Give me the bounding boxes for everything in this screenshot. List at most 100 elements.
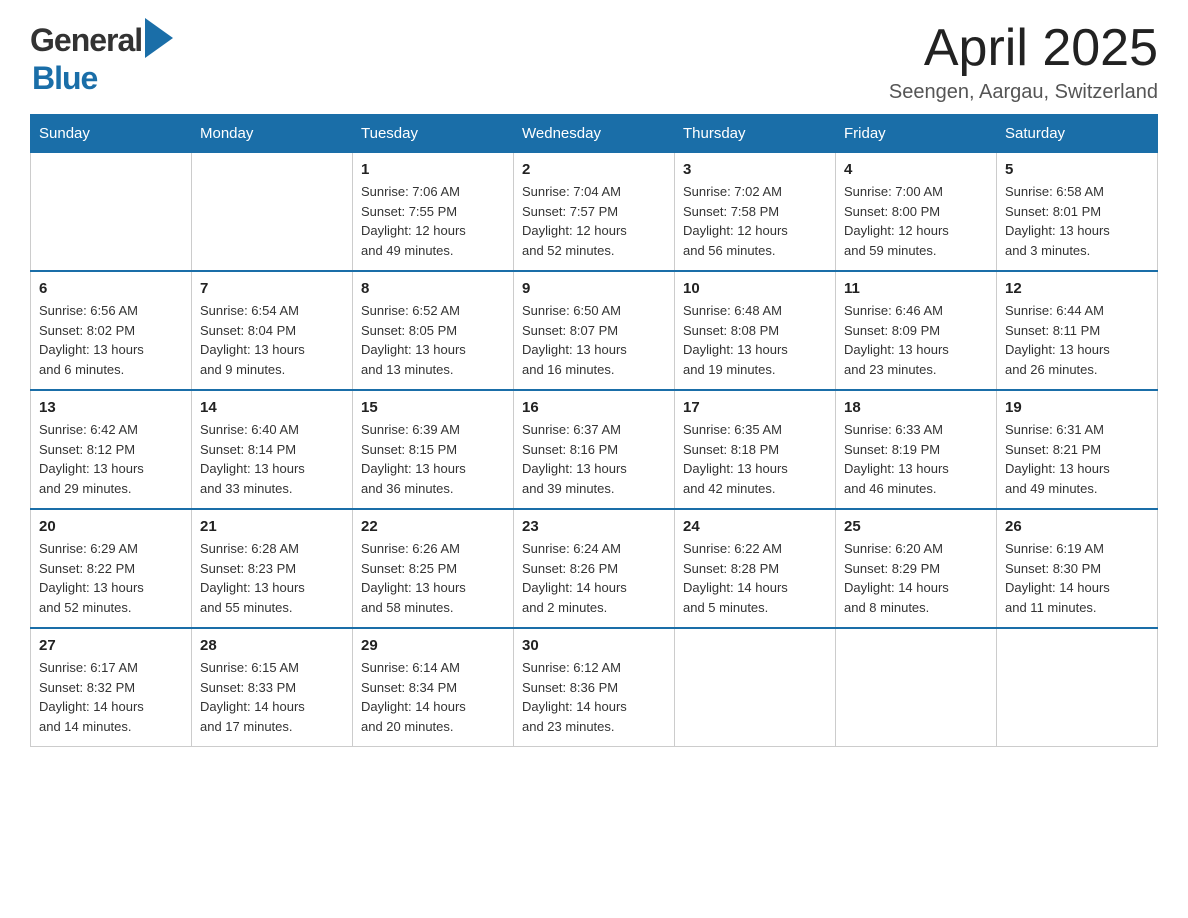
day-info: Sunrise: 6:29 AMSunset: 8:22 PMDaylight:… bbox=[39, 539, 183, 617]
table-row: 4 Sunrise: 7:00 AMSunset: 8:00 PMDaylight… bbox=[836, 153, 997, 272]
table-row bbox=[31, 153, 192, 272]
table-row: 16 Sunrise: 6:37 AMSunset: 8:16 PMDayligh… bbox=[514, 390, 675, 509]
logo-blue-text: Blue bbox=[32, 60, 97, 97]
logo-triangle-icon bbox=[145, 18, 173, 58]
table-row: 12 Sunrise: 6:44 AMSunset: 8:11 PMDayligh… bbox=[997, 271, 1158, 390]
day-info: Sunrise: 6:56 AMSunset: 8:02 PMDaylight:… bbox=[39, 301, 183, 379]
day-number: 22 bbox=[361, 518, 505, 535]
table-row bbox=[836, 628, 997, 747]
day-number: 17 bbox=[683, 399, 827, 416]
page-header: General Blue April 2025 Seengen, Aargau,… bbox=[30, 20, 1158, 104]
day-number: 28 bbox=[200, 637, 344, 654]
col-sunday: Sunday bbox=[31, 115, 192, 153]
day-info: Sunrise: 6:48 AMSunset: 8:08 PMDaylight:… bbox=[683, 301, 827, 379]
day-info: Sunrise: 6:24 AMSunset: 8:26 PMDaylight:… bbox=[522, 539, 666, 617]
day-info: Sunrise: 6:50 AMSunset: 8:07 PMDaylight:… bbox=[522, 301, 666, 379]
table-row: 13 Sunrise: 6:42 AMSunset: 8:12 PMDayligh… bbox=[31, 390, 192, 509]
table-row: 28 Sunrise: 6:15 AMSunset: 8:33 PMDayligh… bbox=[192, 628, 353, 747]
table-row: 26 Sunrise: 6:19 AMSunset: 8:30 PMDayligh… bbox=[997, 509, 1158, 628]
day-number: 21 bbox=[200, 518, 344, 535]
day-number: 20 bbox=[39, 518, 183, 535]
day-number: 5 bbox=[1005, 161, 1149, 178]
day-number: 3 bbox=[683, 161, 827, 178]
day-number: 25 bbox=[844, 518, 988, 535]
col-tuesday: Tuesday bbox=[353, 115, 514, 153]
weekday-header-row: Sunday Monday Tuesday Wednesday Thursday… bbox=[31, 115, 1158, 153]
logo: General Blue bbox=[30, 20, 173, 97]
table-row: 23Sunrise: 6:24 AMSunset: 8:26 PMDayligh… bbox=[514, 509, 675, 628]
table-row bbox=[192, 153, 353, 272]
calendar-week-row: 20 Sunrise: 6:29 AMSunset: 8:22 PMDayligh… bbox=[31, 509, 1158, 628]
main-title: April 2025 bbox=[889, 20, 1158, 77]
col-monday: Monday bbox=[192, 115, 353, 153]
day-info: Sunrise: 6:44 AMSunset: 8:11 PMDaylight:… bbox=[1005, 301, 1149, 379]
col-friday: Friday bbox=[836, 115, 997, 153]
day-info: Sunrise: 7:04 AMSunset: 7:57 PMDaylight:… bbox=[522, 182, 666, 260]
day-info: Sunrise: 6:22 AMSunset: 8:28 PMDaylight:… bbox=[683, 539, 827, 617]
day-number: 15 bbox=[361, 399, 505, 416]
day-number: 19 bbox=[1005, 399, 1149, 416]
day-number: 7 bbox=[200, 280, 344, 297]
day-number: 10 bbox=[683, 280, 827, 297]
col-wednesday: Wednesday bbox=[514, 115, 675, 153]
calendar-week-row: 27 Sunrise: 6:17 AMSunset: 8:32 PMDayligh… bbox=[31, 628, 1158, 747]
day-number: 12 bbox=[1005, 280, 1149, 297]
table-row: 8 Sunrise: 6:52 AMSunset: 8:05 PMDaylight… bbox=[353, 271, 514, 390]
table-row: 14 Sunrise: 6:40 AMSunset: 8:14 PMDayligh… bbox=[192, 390, 353, 509]
day-number: 24 bbox=[683, 518, 827, 535]
table-row: 5 Sunrise: 6:58 AMSunset: 8:01 PMDaylight… bbox=[997, 153, 1158, 272]
day-number: 26 bbox=[1005, 518, 1149, 535]
day-info: Sunrise: 6:14 AMSunset: 8:34 PMDaylight:… bbox=[361, 658, 505, 736]
table-row bbox=[997, 628, 1158, 747]
table-row: 18Sunrise: 6:33 AMSunset: 8:19 PMDayligh… bbox=[836, 390, 997, 509]
day-info: Sunrise: 6:46 AMSunset: 8:09 PMDaylight:… bbox=[844, 301, 988, 379]
day-number: 1 bbox=[361, 161, 505, 178]
day-info: Sunrise: 6:52 AMSunset: 8:05 PMDaylight:… bbox=[361, 301, 505, 379]
day-info: Sunrise: 6:42 AMSunset: 8:12 PMDaylight:… bbox=[39, 420, 183, 498]
table-row: 9 Sunrise: 6:50 AMSunset: 8:07 PMDaylight… bbox=[514, 271, 675, 390]
day-number: 14 bbox=[200, 399, 344, 416]
calendar-week-row: 1 Sunrise: 7:06 AMSunset: 7:55 PMDaylight… bbox=[31, 153, 1158, 272]
day-info: Sunrise: 6:19 AMSunset: 8:30 PMDaylight:… bbox=[1005, 539, 1149, 617]
table-row: 25 Sunrise: 6:20 AMSunset: 8:29 PMDayligh… bbox=[836, 509, 997, 628]
table-row: 21 Sunrise: 6:28 AMSunset: 8:23 PMDayligh… bbox=[192, 509, 353, 628]
table-row: 24 Sunrise: 6:22 AMSunset: 8:28 PMDayligh… bbox=[675, 509, 836, 628]
logo-general-text: General bbox=[30, 22, 142, 59]
day-info: Sunrise: 6:54 AMSunset: 8:04 PMDaylight:… bbox=[200, 301, 344, 379]
day-info: Sunrise: 6:31 AMSunset: 8:21 PMDaylight:… bbox=[1005, 420, 1149, 498]
table-row: 22Sunrise: 6:26 AMSunset: 8:25 PMDayligh… bbox=[353, 509, 514, 628]
subtitle: Seengen, Aargau, Switzerland bbox=[889, 81, 1158, 104]
day-info: Sunrise: 7:00 AMSunset: 8:00 PMDaylight:… bbox=[844, 182, 988, 260]
day-info: Sunrise: 6:33 AMSunset: 8:19 PMDaylight:… bbox=[844, 420, 988, 498]
table-row: 29 Sunrise: 6:14 AMSunset: 8:34 PMDayligh… bbox=[353, 628, 514, 747]
table-row: 7 Sunrise: 6:54 AMSunset: 8:04 PMDaylight… bbox=[192, 271, 353, 390]
day-info: Sunrise: 6:58 AMSunset: 8:01 PMDaylight:… bbox=[1005, 182, 1149, 260]
title-block: April 2025 Seengen, Aargau, Switzerland bbox=[889, 20, 1158, 104]
day-number: 6 bbox=[39, 280, 183, 297]
calendar-week-row: 6 Sunrise: 6:56 AMSunset: 8:02 PMDaylight… bbox=[31, 271, 1158, 390]
calendar-table: Sunday Monday Tuesday Wednesday Thursday… bbox=[30, 114, 1158, 747]
table-row bbox=[675, 628, 836, 747]
table-row: 3Sunrise: 7:02 AMSunset: 7:58 PMDaylight… bbox=[675, 153, 836, 272]
day-number: 29 bbox=[361, 637, 505, 654]
calendar-week-row: 13 Sunrise: 6:42 AMSunset: 8:12 PMDayligh… bbox=[31, 390, 1158, 509]
day-number: 27 bbox=[39, 637, 183, 654]
table-row: 10 Sunrise: 6:48 AMSunset: 8:08 PMDayligh… bbox=[675, 271, 836, 390]
day-info: Sunrise: 6:15 AMSunset: 8:33 PMDaylight:… bbox=[200, 658, 344, 736]
day-number: 8 bbox=[361, 280, 505, 297]
day-number: 4 bbox=[844, 161, 988, 178]
day-info: Sunrise: 6:40 AMSunset: 8:14 PMDaylight:… bbox=[200, 420, 344, 498]
day-number: 9 bbox=[522, 280, 666, 297]
table-row: 30Sunrise: 6:12 AMSunset: 8:36 PMDayligh… bbox=[514, 628, 675, 747]
day-info: Sunrise: 6:20 AMSunset: 8:29 PMDaylight:… bbox=[844, 539, 988, 617]
day-info: Sunrise: 7:06 AMSunset: 7:55 PMDaylight:… bbox=[361, 182, 505, 260]
day-info: Sunrise: 6:37 AMSunset: 8:16 PMDaylight:… bbox=[522, 420, 666, 498]
col-saturday: Saturday bbox=[997, 115, 1158, 153]
day-info: Sunrise: 6:28 AMSunset: 8:23 PMDaylight:… bbox=[200, 539, 344, 617]
day-number: 16 bbox=[522, 399, 666, 416]
day-info: Sunrise: 6:17 AMSunset: 8:32 PMDaylight:… bbox=[39, 658, 183, 736]
day-number: 13 bbox=[39, 399, 183, 416]
day-info: Sunrise: 6:39 AMSunset: 8:15 PMDaylight:… bbox=[361, 420, 505, 498]
table-row: 11Sunrise: 6:46 AMSunset: 8:09 PMDayligh… bbox=[836, 271, 997, 390]
table-row: 6 Sunrise: 6:56 AMSunset: 8:02 PMDaylight… bbox=[31, 271, 192, 390]
